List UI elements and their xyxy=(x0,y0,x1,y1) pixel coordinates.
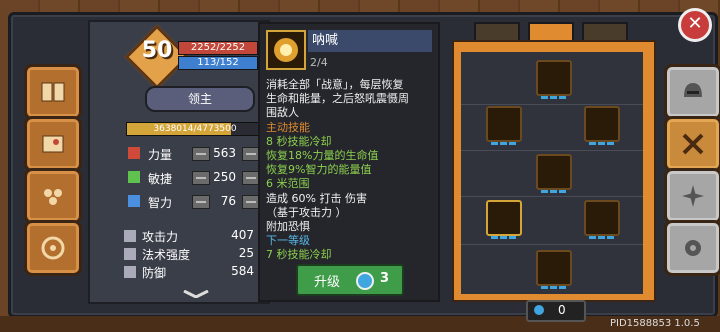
map-tab[interactable] xyxy=(24,116,82,172)
helmet-icon xyxy=(684,83,702,97)
wand-icon xyxy=(124,248,136,260)
upgrade-label: 升级 xyxy=(314,275,341,290)
fist-icon xyxy=(128,147,140,159)
skill-node-fist[interactable] xyxy=(536,154,572,193)
description-line: 生命和能量，之后怒吼震慑周 xyxy=(266,92,409,106)
attribute-label: 敏捷 xyxy=(148,172,173,186)
steering-tab[interactable] xyxy=(24,220,82,276)
book-icon xyxy=(128,195,140,207)
description-line: 8 秒技能冷却 xyxy=(266,134,332,148)
attribute-label: 力量 xyxy=(148,148,173,162)
description-line: 6 米范围 xyxy=(266,177,310,191)
description-line: 下一等级 xyxy=(266,234,310,248)
attribute-value: 250 xyxy=(213,170,236,184)
mp-bar: 113/152 xyxy=(178,56,258,70)
skill-name: 呐喊 xyxy=(308,30,432,52)
upgrade-button[interactable]: 升级 3 xyxy=(296,264,404,296)
tree-divider xyxy=(461,196,643,197)
skill-node-buff[interactable] xyxy=(536,60,572,99)
attribute-value: 76 xyxy=(220,194,236,208)
skill-node-shout[interactable] xyxy=(486,200,522,239)
build-id: PID1588853 1.0.5 xyxy=(610,318,700,329)
derived-value: 407 xyxy=(231,228,254,242)
compass-tab[interactable] xyxy=(664,168,720,224)
book-tab[interactable] xyxy=(24,64,82,120)
gear-icon xyxy=(685,240,701,256)
attribute-row: 力量 563 xyxy=(126,144,262,164)
description-line: 附加恐惧 xyxy=(266,220,310,234)
close-button[interactable]: ✕ xyxy=(678,8,712,42)
shield-icon xyxy=(124,266,136,278)
decrease-button[interactable] xyxy=(192,195,210,209)
hp-bar: 2252/2252 xyxy=(178,41,258,55)
skills-tab[interactable] xyxy=(664,116,720,172)
party-icon xyxy=(44,189,62,205)
attribute-label: 智力 xyxy=(148,196,173,210)
description-line: 围敌人 xyxy=(266,106,299,120)
derived-stat-row: 法术强度 25 xyxy=(120,246,258,262)
description-line: 消耗全部「战意」，每层恢复 xyxy=(266,78,404,91)
skill-points-value: 0 xyxy=(558,303,566,317)
decrease-button[interactable] xyxy=(192,171,210,185)
description-line: 恢复9%智力的能量值 xyxy=(266,163,372,177)
skill-node-hammer[interactable] xyxy=(486,106,522,145)
gem-icon xyxy=(534,305,544,315)
crossed-swords-icon xyxy=(682,133,704,155)
party-tab[interactable] xyxy=(24,168,82,224)
xp-bar: 3638014/4773500 xyxy=(126,122,264,136)
derived-label: 防御 xyxy=(142,266,167,280)
tree-divider xyxy=(461,104,643,105)
derived-value: 584 xyxy=(231,264,254,278)
decrease-button[interactable] xyxy=(192,147,210,161)
shout-skill-icon xyxy=(266,30,306,70)
attribute-value: 563 xyxy=(213,146,236,160)
derived-stat-row: 攻击力 407 xyxy=(120,228,258,244)
description-line: 主动技能 xyxy=(266,120,310,134)
tree-divider xyxy=(461,244,643,245)
derived-value: 25 xyxy=(238,246,254,260)
helmet-tab[interactable] xyxy=(664,64,720,120)
skill-description[interactable]: 消耗全部「战意」，每层恢复 生命和能量，之后怒吼震慑周 围敌人 主动技能 8 秒技能冷却… xyxy=(266,78,432,260)
settings-tab[interactable] xyxy=(664,220,720,276)
feather-icon xyxy=(128,171,140,183)
xp-text: 3638014/4773500 xyxy=(153,124,237,134)
description-line: 造成 60% 打击 伤害 xyxy=(266,191,367,205)
compass-icon xyxy=(682,185,704,207)
description-line: （基于攻击力 ） xyxy=(266,205,347,219)
attribute-row: 敏捷 250 xyxy=(126,168,262,188)
upgrade-cost: 3 xyxy=(380,271,390,286)
skill-point-counter: 0 xyxy=(526,300,586,322)
map-icon xyxy=(42,135,64,153)
derived-label: 法术强度 xyxy=(142,248,191,262)
tree-divider xyxy=(461,150,643,151)
derived-label: 攻击力 xyxy=(142,230,179,244)
derived-stat-row: 防御 584 xyxy=(120,264,258,280)
role-button[interactable]: 领主 xyxy=(145,86,255,112)
skill-node-comet[interactable] xyxy=(584,106,620,145)
gem-icon xyxy=(356,272,374,290)
scroll-down-icon[interactable] xyxy=(182,290,210,298)
description-line: 恢复18%力量的生命值 xyxy=(266,149,379,163)
level-value: 50 xyxy=(141,38,173,63)
description-line: 7 秒技能冷却 xyxy=(266,248,332,260)
skill-node-gem[interactable] xyxy=(536,250,572,289)
skill-node-flame[interactable] xyxy=(584,200,620,239)
sword-icon xyxy=(124,230,136,242)
skill-level: 2/4 xyxy=(310,56,328,69)
wheel-icon xyxy=(41,236,65,260)
attribute-row: 智力 76 xyxy=(126,192,262,212)
book-icon xyxy=(41,82,65,102)
